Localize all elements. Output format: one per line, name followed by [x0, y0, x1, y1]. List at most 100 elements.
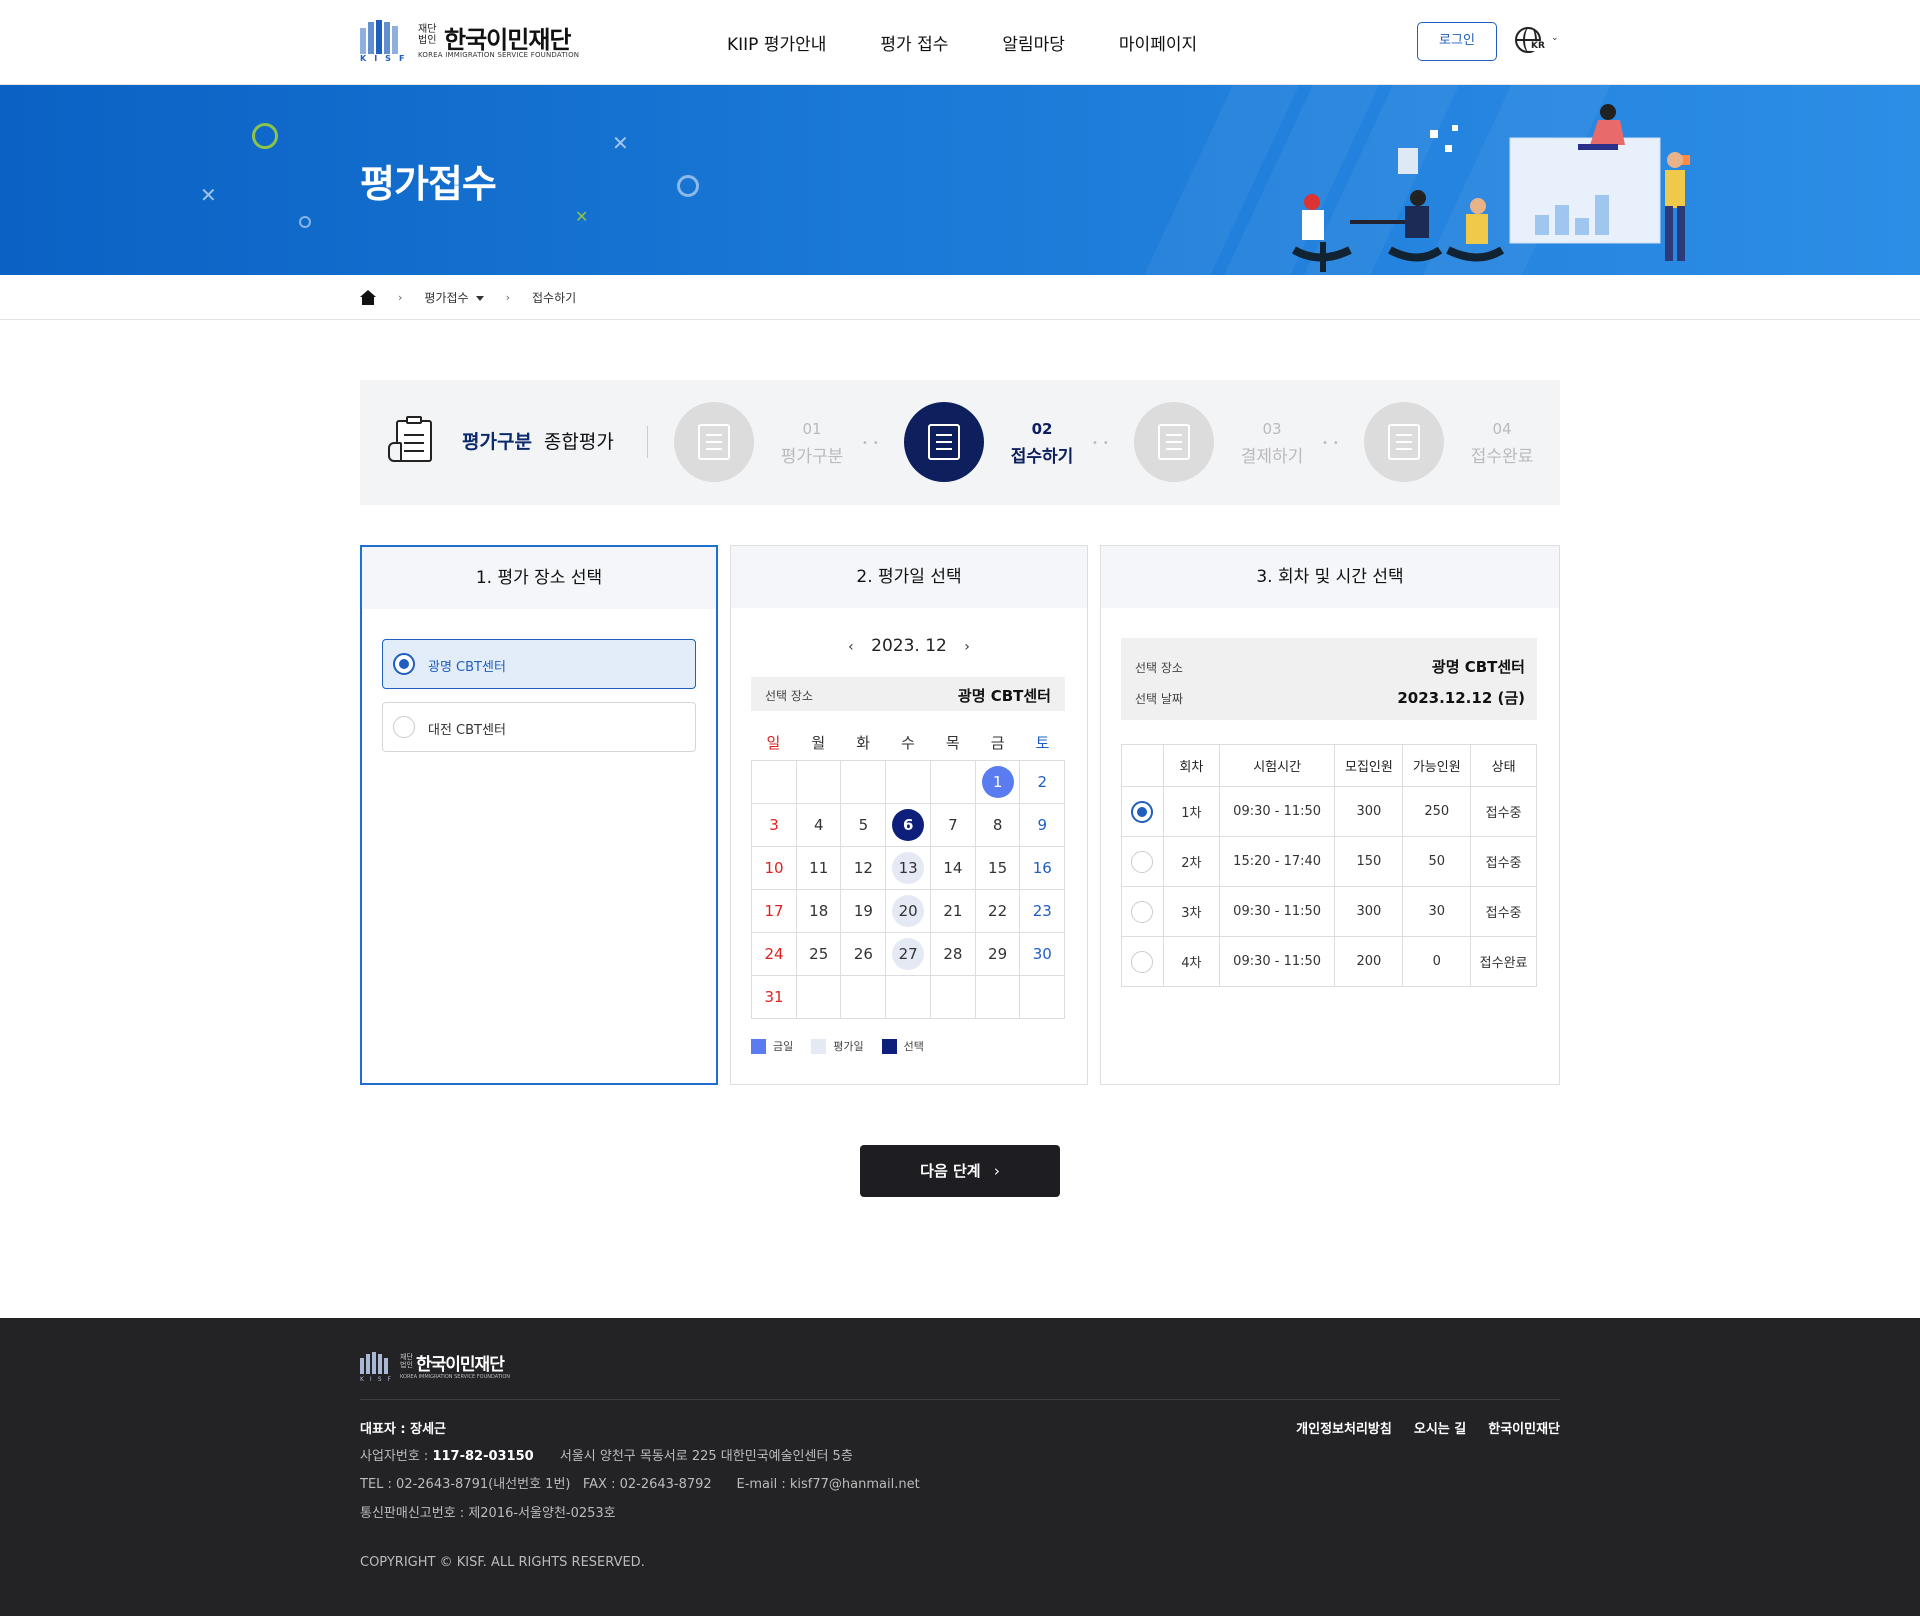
- calendar-day[interactable]: 10: [752, 847, 797, 890]
- calendar-day[interactable]: 24: [752, 933, 797, 976]
- step-label: 접수하기: [1010, 447, 1074, 467]
- calendar-empty-cell: [930, 976, 976, 1019]
- calendar-day[interactable]: 17: [752, 890, 797, 933]
- chevron-right-icon: ›: [993, 1162, 1000, 1180]
- calendar-day[interactable]: 16: [1020, 847, 1066, 890]
- calendar-day[interactable]: 22: [975, 890, 1021, 933]
- calendar-day[interactable]: 11: [796, 847, 842, 890]
- calendar-day[interactable]: 26: [841, 933, 887, 976]
- calendar-day[interactable]: 27: [886, 933, 931, 976]
- table-row[interactable]: 4차 09:30 - 11:50 200 0 접수완료: [1121, 936, 1537, 987]
- step-number: 03: [1262, 420, 1282, 438]
- calendar-day-number: 30: [1032, 945, 1052, 963]
- weekday-label: 금: [990, 734, 1005, 752]
- radio[interactable]: [393, 716, 415, 738]
- calendar-day[interactable]: 6: [886, 804, 931, 847]
- cell-quota: 150: [1334, 836, 1404, 887]
- next-step-button[interactable]: 다음 단계 ›: [860, 1145, 1060, 1197]
- footer-link-directions[interactable]: 오시는 길: [1414, 1418, 1466, 1437]
- calendar: 일 월 화 수 목 금 토 1 2 3 4 5 6 7 8 9 10 11 12 13 14 15 16 17 1…: [751, 726, 1066, 1019]
- legend-eval-day: 평가일: [811, 1038, 864, 1054]
- calendar-day-number: 22: [988, 902, 1008, 920]
- nav-notice[interactable]: 알림마당: [1002, 30, 1065, 55]
- hand-pencil-icon: [698, 424, 730, 460]
- footer-links: 개인정보처리방침 오시는 길 한국이민재단: [1296, 1418, 1560, 1437]
- calendar-day[interactable]: 15: [975, 847, 1021, 890]
- language-selector[interactable]: KR ⌄: [1515, 27, 1561, 57]
- calendar-day[interactable]: 23: [1020, 890, 1066, 933]
- calendar-empty-cell: [886, 761, 931, 804]
- column-header: 가능인원: [1402, 744, 1472, 787]
- nav-mypage[interactable]: 마이페이지: [1119, 30, 1197, 55]
- calendar-day[interactable]: 2: [1020, 761, 1066, 804]
- decor-cross-icon: ✕: [200, 183, 217, 207]
- prev-month-icon[interactable]: ‹: [848, 639, 854, 655]
- weekday-label: 목: [945, 734, 960, 752]
- session-panel: 3. 회차 및 시간 선택 선택 장소 광명 CBT센터 선택 날짜 2023.…: [1100, 545, 1560, 1085]
- calendar-day[interactable]: 1: [975, 761, 1021, 804]
- calendar-day-number: 19: [853, 902, 873, 920]
- footer-link-privacy[interactable]: 개인정보처리방침: [1296, 1418, 1392, 1437]
- calendar-day[interactable]: 8: [975, 804, 1021, 847]
- calendar-day[interactable]: 28: [930, 933, 976, 976]
- calendar-day[interactable]: 29: [975, 933, 1021, 976]
- summary-date: 2023.12.12 (금): [1397, 689, 1525, 707]
- radio-selected[interactable]: [1131, 800, 1154, 823]
- step-label: 접수완료: [1470, 447, 1534, 467]
- table-row[interactable]: 3차 09:30 - 11:50 300 30 접수중: [1121, 886, 1537, 937]
- calendar-day[interactable]: 14: [930, 847, 976, 890]
- radio[interactable]: [1131, 900, 1154, 923]
- calendar-empty-cell: [841, 976, 887, 1019]
- clipboard-check-icon: [388, 416, 438, 464]
- session-table: 회차 시험시간 모집인원 가능인원 상태 1차 09:30 - 11:50 30…: [1121, 744, 1537, 987]
- summary-place: 광명 CBT센터: [1431, 658, 1525, 676]
- info-key: 선택 장소: [765, 689, 813, 703]
- calendar-day[interactable]: 9: [1020, 804, 1066, 847]
- radio-selected[interactable]: [393, 653, 415, 675]
- step-number: 01: [802, 420, 822, 438]
- footer-representative: 대표자 : 장세근: [360, 1422, 447, 1437]
- calendar-day-number: 31: [764, 988, 784, 1006]
- breadcrumb-apply[interactable]: 평가접수: [424, 289, 484, 306]
- nav-kiip-guide[interactable]: KIIP 평가안내: [727, 30, 826, 55]
- radio[interactable]: [1131, 850, 1154, 873]
- login-button[interactable]: 로그인: [1417, 22, 1497, 61]
- info-value: 광명 CBT센터: [957, 687, 1051, 705]
- calendar-week: 24 25 26 27 28 29 30: [752, 933, 1066, 976]
- calendar-day[interactable]: 19: [841, 890, 887, 933]
- table-row[interactable]: 1차 09:30 - 11:50 300 250 접수중: [1121, 786, 1537, 837]
- calendar-day[interactable]: 18: [796, 890, 842, 933]
- calendar-day[interactable]: 5: [841, 804, 887, 847]
- footer-logo[interactable]: KISF 재단 법인 한국이민재단 KOREA IMMIGRATION SERV…: [360, 1350, 560, 1384]
- calendar-day[interactable]: 31: [752, 976, 797, 1019]
- calendar-day[interactable]: 7: [930, 804, 976, 847]
- calendar-day[interactable]: 4: [796, 804, 842, 847]
- home-icon[interactable]: [360, 290, 376, 305]
- cell-available: 0: [1402, 936, 1472, 987]
- step-04: 04 접수완료: [1364, 402, 1564, 482]
- next-step-label: 다음 단계: [920, 1162, 981, 1180]
- logo-english: KOREA IMMIGRATION SERVICE FOUNDATION: [418, 51, 580, 59]
- calendar-day-number: 8: [992, 816, 1003, 834]
- document-complete-icon: [1388, 424, 1420, 460]
- page-title: 평가접수: [360, 162, 497, 206]
- calendar-day[interactable]: 21: [930, 890, 976, 933]
- decor-cross-icon: ✕: [575, 207, 589, 226]
- site-logo[interactable]: KISF 재단 법인 한국이민재단 KOREA IMMIGRATION SERV…: [360, 20, 579, 64]
- next-month-icon[interactable]: ›: [964, 639, 970, 655]
- selected-place-row: 선택 장소 광명 CBT센터: [751, 677, 1065, 711]
- breadcrumb: › 평가접수 › 접수하기: [0, 275, 1920, 320]
- footer-link-kisf[interactable]: 한국이민재단: [1488, 1418, 1560, 1437]
- radio[interactable]: [1131, 950, 1154, 973]
- calendar-day[interactable]: 20: [886, 890, 931, 933]
- location-option-daejeon[interactable]: 대전 CBT센터: [382, 702, 696, 752]
- legend-label: 평가일: [833, 1040, 864, 1053]
- calendar-day[interactable]: 30: [1020, 933, 1066, 976]
- calendar-day[interactable]: 12: [841, 847, 887, 890]
- calendar-day[interactable]: 13: [886, 847, 931, 890]
- calendar-day[interactable]: 3: [752, 804, 797, 847]
- calendar-day[interactable]: 25: [796, 933, 842, 976]
- table-row[interactable]: 2차 15:20 - 17:40 150 50 접수중: [1121, 836, 1537, 887]
- location-option-gwangmyeong[interactable]: 광명 CBT센터: [382, 639, 696, 689]
- nav-apply[interactable]: 평가 접수: [880, 30, 948, 55]
